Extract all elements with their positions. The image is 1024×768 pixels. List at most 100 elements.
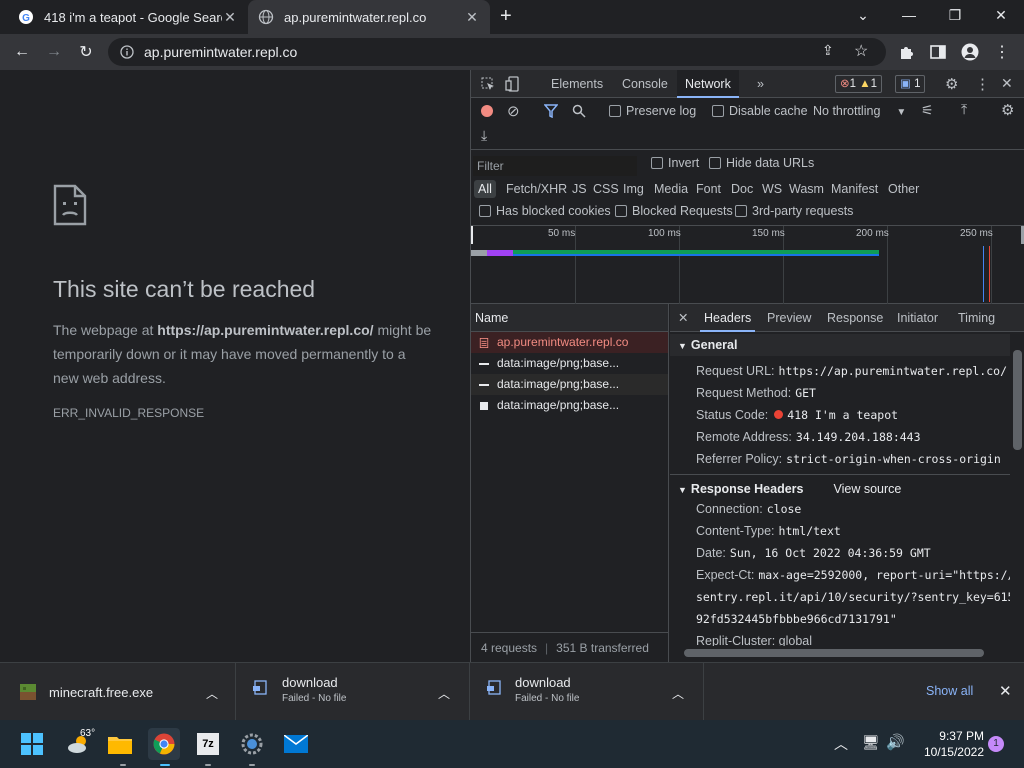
request-row[interactable]: data:image/png;base... xyxy=(471,374,668,395)
chrome-taskbar-icon[interactable] xyxy=(148,728,180,760)
general-section-header[interactable]: ▼ General xyxy=(670,334,1010,356)
hide-data-urls-checkbox[interactable]: Hide data URLs xyxy=(709,156,814,170)
blocked-requests-checkbox[interactable]: Blocked Requests xyxy=(615,204,733,218)
info-icon[interactable] xyxy=(120,45,134,59)
devtools-menu-icon[interactable]: ⋮ xyxy=(975,75,990,93)
filter-type-all[interactable]: All xyxy=(474,180,496,198)
menu-kebab-icon[interactable]: ⋮ xyxy=(990,40,1014,64)
close-details-icon[interactable]: ✕ xyxy=(678,304,688,332)
weather-icon[interactable]: 63° xyxy=(62,728,96,760)
issues-badge[interactable]: ⊗1 ▲1 xyxy=(835,75,883,93)
bookmark-star-icon[interactable]: ☆ xyxy=(854,41,868,61)
name-column-header[interactable]: Name xyxy=(471,304,668,332)
restore-button[interactable]: ❐ xyxy=(932,0,978,30)
minimize-button[interactable]: — xyxy=(886,0,932,30)
network-overview-timeline[interactable]: 50 ms 100 ms 150 ms 200 ms 250 ms xyxy=(471,226,1024,304)
has-blocked-cookies-checkbox[interactable]: Has blocked cookies xyxy=(479,204,611,218)
filter-type-css[interactable]: CSS xyxy=(589,180,623,198)
throttling-select[interactable]: No throttling ▼ xyxy=(813,104,906,118)
settings-gear-icon[interactable]: ⚙ xyxy=(945,75,958,93)
close-download-bar-icon[interactable]: ✕ xyxy=(999,682,1012,700)
close-tab-icon[interactable]: ✕ xyxy=(464,9,480,26)
inspect-element-icon[interactable] xyxy=(481,77,495,91)
filter-type-ws[interactable]: WS xyxy=(758,180,786,198)
request-row[interactable]: data:image/png;base... xyxy=(471,395,668,416)
filter-type-media[interactable]: Media xyxy=(650,180,692,198)
start-windows-icon[interactable] xyxy=(16,728,48,760)
clear-icon[interactable]: ⊘ xyxy=(507,102,520,120)
request-row[interactable]: ap.puremintwater.repl.co xyxy=(471,332,668,353)
scrollbar-thumb[interactable] xyxy=(684,649,984,657)
address-bar[interactable]: ap.puremintwater.repl.co ⇪ ☆ xyxy=(108,38,886,66)
filter-type-wasm[interactable]: Wasm xyxy=(785,180,828,198)
new-tab-button[interactable]: + xyxy=(500,5,512,28)
share-icon[interactable]: ⇪ xyxy=(822,42,834,59)
tab-elements[interactable]: Elements xyxy=(543,70,611,98)
chevron-up-icon[interactable]: ︿ xyxy=(206,685,218,702)
filter-type-font[interactable]: Font xyxy=(692,180,725,198)
scrollbar-thumb[interactable] xyxy=(1013,350,1022,450)
tab-google-search[interactable]: G 418 i'm a teapot - Google Search ✕ xyxy=(8,0,248,34)
tab-headers[interactable]: Headers xyxy=(700,304,756,332)
vertical-scrollbar[interactable] xyxy=(1010,334,1024,646)
response-headers-section-header[interactable]: ▼ Response Headers View source xyxy=(670,478,1010,500)
network-conditions-icon[interactable]: ⚟ xyxy=(921,102,934,119)
filter-funnel-icon[interactable] xyxy=(544,104,558,118)
back-arrow-icon[interactable]: ← xyxy=(10,40,34,64)
mail-icon[interactable] xyxy=(280,728,312,760)
settings-taskbar-icon[interactable] xyxy=(236,728,268,760)
close-tab-icon[interactable]: ✕ xyxy=(222,9,238,26)
tab-network[interactable]: Network xyxy=(677,70,739,98)
filter-type-other[interactable]: Other xyxy=(884,180,923,198)
volume-icon[interactable]: 🔊 xyxy=(886,733,905,751)
network-icon[interactable]: 🖥 xyxy=(862,734,880,751)
tray-overflow-chevron-icon[interactable]: ︿ xyxy=(834,734,848,754)
search-icon[interactable] xyxy=(572,104,586,118)
device-toolbar-icon[interactable] xyxy=(505,76,519,92)
close-devtools-icon[interactable]: ✕ xyxy=(1001,75,1013,92)
profile-avatar-icon[interactable] xyxy=(958,40,982,64)
notification-badge[interactable]: 1 xyxy=(988,736,1004,752)
reload-icon[interactable]: ↻ xyxy=(74,40,98,64)
filter-input[interactable]: Filter xyxy=(473,156,637,176)
preserve-log-checkbox[interactable]: Preserve log xyxy=(609,104,696,118)
request-row[interactable]: data:image/png;base... xyxy=(471,353,668,374)
side-panel-icon[interactable] xyxy=(926,40,950,64)
filter-type-img[interactable]: Img xyxy=(619,180,648,198)
tab-response[interactable]: Response xyxy=(827,304,883,332)
tab-initiator[interactable]: Initiator xyxy=(897,304,938,332)
tab-timing[interactable]: Timing xyxy=(958,304,995,332)
chevron-up-icon[interactable]: ︿ xyxy=(438,685,450,702)
show-all-downloads-button[interactable]: Show all xyxy=(926,684,973,698)
disable-cache-checkbox[interactable]: Disable cache xyxy=(712,104,808,118)
export-har-icon[interactable]: ⤓ xyxy=(481,127,487,144)
import-har-icon[interactable]: ⤒ xyxy=(961,101,967,118)
messages-badge[interactable]: ▣ 1 xyxy=(895,75,926,93)
download-item[interactable]: download Failed - No file ︿ xyxy=(470,663,704,721)
tab-preview[interactable]: Preview xyxy=(767,304,811,332)
close-window-button[interactable]: ✕ xyxy=(978,0,1024,30)
horizontal-scrollbar[interactable] xyxy=(670,646,1010,660)
chevron-up-icon[interactable]: ︿ xyxy=(672,685,684,702)
filter-type-doc[interactable]: Doc xyxy=(727,180,757,198)
extensions-puzzle-icon[interactable] xyxy=(894,40,918,64)
tab-console[interactable]: Console xyxy=(614,70,676,98)
filter-type-js[interactable]: JS xyxy=(568,180,591,198)
tab-repl[interactable]: ap.puremintwater.repl.co ✕ xyxy=(248,0,490,34)
timeline-handle-left[interactable] xyxy=(471,226,473,244)
third-party-requests-checkbox[interactable]: 3rd-party requests xyxy=(735,204,853,218)
more-tabs-icon[interactable]: » xyxy=(749,70,772,98)
forward-arrow-icon[interactable]: → xyxy=(42,40,66,64)
filter-type-manifest[interactable]: Manifest xyxy=(827,180,882,198)
view-source-link[interactable]: View source xyxy=(833,482,901,496)
download-item[interactable]: download Failed - No file ︿ xyxy=(236,663,470,721)
download-item[interactable]: minecraft.free.exe ︿ xyxy=(0,663,236,721)
tab-search-icon[interactable]: ⌄ xyxy=(840,0,886,30)
filter-type-fetch[interactable]: Fetch/XHR xyxy=(502,180,571,198)
clock[interactable]: 9:37 PM 10/15/2022 xyxy=(914,728,984,760)
invert-checkbox[interactable]: Invert xyxy=(651,156,699,170)
7zip-icon[interactable]: 7z xyxy=(192,728,224,760)
record-icon[interactable] xyxy=(481,105,493,117)
network-settings-gear-icon[interactable]: ⚙ xyxy=(1001,101,1014,119)
file-explorer-icon[interactable] xyxy=(104,728,136,760)
